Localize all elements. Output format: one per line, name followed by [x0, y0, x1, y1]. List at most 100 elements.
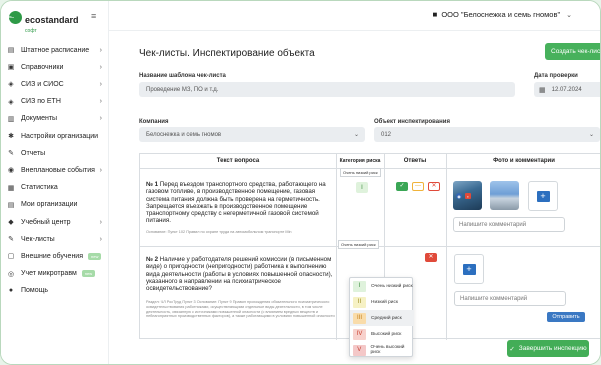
company-label: Компания [139, 119, 169, 125]
shield-icon: ◈ [8, 98, 14, 106]
add-photo-button[interactable]: + [454, 254, 484, 284]
sidebar-item-label: Внешние обучения [21, 252, 84, 260]
chevron-down-icon: ⌄ [588, 132, 594, 138]
sidebar-item-label: Статистика [21, 184, 58, 192]
sidebar-item-label: СИЗ и СИОС [21, 80, 64, 88]
header-photo: Фото и комментарии [493, 158, 555, 164]
answer-partial-button[interactable]: — [412, 182, 424, 191]
risk-category-dropdown: I Очень низкий риск II Низкий риск III Средни… [349, 277, 414, 358]
logo-mark [9, 11, 22, 24]
question-2-body: Наличие у работодателя решений комиссии … [146, 256, 333, 293]
check-icon: ✓ [509, 345, 515, 353]
pencil-icon: ✎ [8, 150, 14, 158]
help-icon: ● [8, 287, 14, 295]
app-window: ecostandard софт ≡ ▤ Штатное расписание › ▣… [0, 0, 601, 365]
sidebar-item-0[interactable]: ▤ Штатное расписание › [1, 42, 109, 58]
hamburger-menu-icon[interactable]: ≡ [91, 11, 96, 21]
sidebar-item-label: Настройки организации [21, 132, 99, 140]
chevron-right-icon: › [99, 63, 102, 71]
trash-icon[interactable]: ▪ [465, 193, 471, 199]
answer-no-button[interactable]: ✕ [425, 253, 437, 262]
comment-input[interactable]: Напишите комментарий [454, 291, 566, 306]
question-1-text: № 1 Перед въездом транспортного средства… [146, 181, 336, 225]
sidebar-item-1[interactable]: ▣ Справочники › [1, 59, 109, 75]
list-icon: ▤ [7, 47, 15, 54]
risk-option-label: Низкий риск [371, 299, 398, 305]
sidebar-item-6[interactable]: ✎ Отчеты [1, 145, 109, 161]
new-badge: new [88, 252, 102, 260]
company-value: Белоснежка и семь гномов [146, 131, 222, 138]
chevron-right-icon: › [99, 80, 102, 88]
company-select[interactable]: Белоснежка и семь гномов ⌄ [139, 127, 365, 142]
sidebar-item-2[interactable]: ◈ СИЗ и СИОС › [1, 76, 109, 92]
create-checklist-button[interactable]: Создать чек-лист [545, 43, 600, 60]
question-2-text: № 2 Наличие у работодателя решений комис… [146, 256, 336, 292]
sidebar-item-3[interactable]: ◈ СИЗ по ЕТН › [1, 94, 109, 110]
risk-level-badge: I [353, 280, 366, 292]
risk-option-3[interactable]: III Средний риск [350, 310, 414, 326]
comment-input[interactable]: Напишите комментарий [453, 217, 565, 232]
shield-icon: ◈ [8, 81, 14, 89]
answer-yes-button[interactable]: ✓ [396, 182, 408, 191]
chevron-right-icon: › [99, 98, 102, 106]
organization-name: ООО "Белоснежка и семь гномов" [441, 10, 561, 19]
date-input[interactable]: ▦ 12.07.2024 [534, 82, 600, 97]
brand-name: ecostandard [25, 15, 79, 25]
risk-category-button[interactable]: I [356, 182, 368, 193]
sidebar-item-10[interactable]: ◆ Учебный центр › [1, 214, 109, 230]
sidebar-item-11[interactable]: ✎ Чек-листы › [1, 231, 109, 247]
sidebar-item-8[interactable]: ▦ Статистика [1, 180, 109, 196]
risk-option-1[interactable]: I Очень низкий риск [350, 278, 414, 294]
template-input[interactable]: Проведение МЗ, ПО и т.д. [139, 82, 515, 97]
question-1-body: Перед въездом транспортного средства, ра… [146, 181, 326, 225]
template-label: Название шаблона чек-листа [139, 73, 226, 79]
education-icon: ◆ [8, 219, 14, 226]
risk-option-4[interactable]: IV Высокий риск [350, 326, 414, 342]
finish-inspection-button[interactable]: ✓ Завершить инспекцию [507, 340, 589, 357]
risk-level-badge: IV [353, 328, 366, 340]
organization-selector[interactable]: ■ ООО "Белоснежка и семь гномов" ⌄ [432, 10, 572, 19]
risk-option-2[interactable]: II Низкий риск [350, 294, 414, 310]
risk-option-5[interactable]: V Очень высокий риск [350, 342, 414, 358]
plus-icon: + [536, 190, 550, 202]
sidebar-item-label: Мои организации [21, 201, 78, 209]
chevron-right-icon: › [99, 115, 102, 123]
sidebar-item-13[interactable]: ◎ Учет микротравм new [1, 266, 109, 282]
send-comment-button[interactable]: Отправить [547, 312, 585, 322]
page-title: Чек-листы. Инспектирование объекта [139, 48, 315, 59]
photo-thumbnail[interactable]: ◉ ▪ [453, 181, 482, 210]
risk-option-label: Очень высокий риск [370, 345, 405, 355]
briefcase-icon: ■ [432, 10, 438, 19]
main-content: Чек-листы. Инспектирование объекта Созда… [109, 31, 600, 364]
chevron-down-icon: ⌄ [566, 11, 572, 19]
book-icon: ▣ [7, 64, 15, 72]
risk-tooltip: Очень низкий риск [338, 240, 379, 249]
header-answers: Ответы [403, 158, 427, 164]
sidebar-item-label: Помощь [21, 287, 49, 295]
add-photo-button[interactable]: + [528, 181, 558, 211]
sidebar-item-14[interactable]: ● Помощь [1, 283, 109, 299]
sidebar-item-label: Справочники [21, 63, 64, 71]
document-icon: ▥ [7, 115, 15, 123]
photo-thumbnail[interactable] [490, 181, 519, 210]
sidebar-item-label: Чек-листы [21, 235, 55, 243]
top-bar: ■ ООО "Белоснежка и семь гномов" ⌄ [109, 1, 600, 31]
sidebar-item-12[interactable]: ▢ Внешние обучения new [1, 248, 109, 264]
logo[interactable]: ecostandard софт [9, 10, 79, 34]
chevron-right-icon: › [99, 166, 102, 174]
question-2-number: № 2 [146, 256, 159, 263]
sidebar-item-label: Документы [21, 115, 58, 123]
answer-no-button[interactable]: ✕ [428, 182, 440, 191]
sidebar-item-7[interactable]: ◉ Внеплановые события › [1, 162, 109, 178]
risk-option-label: Высокий риск [371, 331, 402, 337]
object-select[interactable]: 012 ⌄ [374, 127, 600, 142]
eye-icon[interactable]: ◉ [456, 193, 462, 199]
plus-icon: + [462, 263, 476, 275]
sidebar: ecostandard софт ≡ ▤ Штатное расписание › ▣… [1, 1, 109, 364]
microtraining-icon: ◎ [7, 270, 15, 278]
sidebar-item-5[interactable]: ✱ Настройки организации [1, 128, 109, 144]
sidebar-item-4[interactable]: ▥ Документы › [1, 111, 109, 127]
risk-level-badge: II [353, 296, 366, 308]
sidebar-item-9[interactable]: ▤ Мои организации [1, 197, 109, 213]
sidebar-item-label: Отчеты [21, 149, 46, 157]
